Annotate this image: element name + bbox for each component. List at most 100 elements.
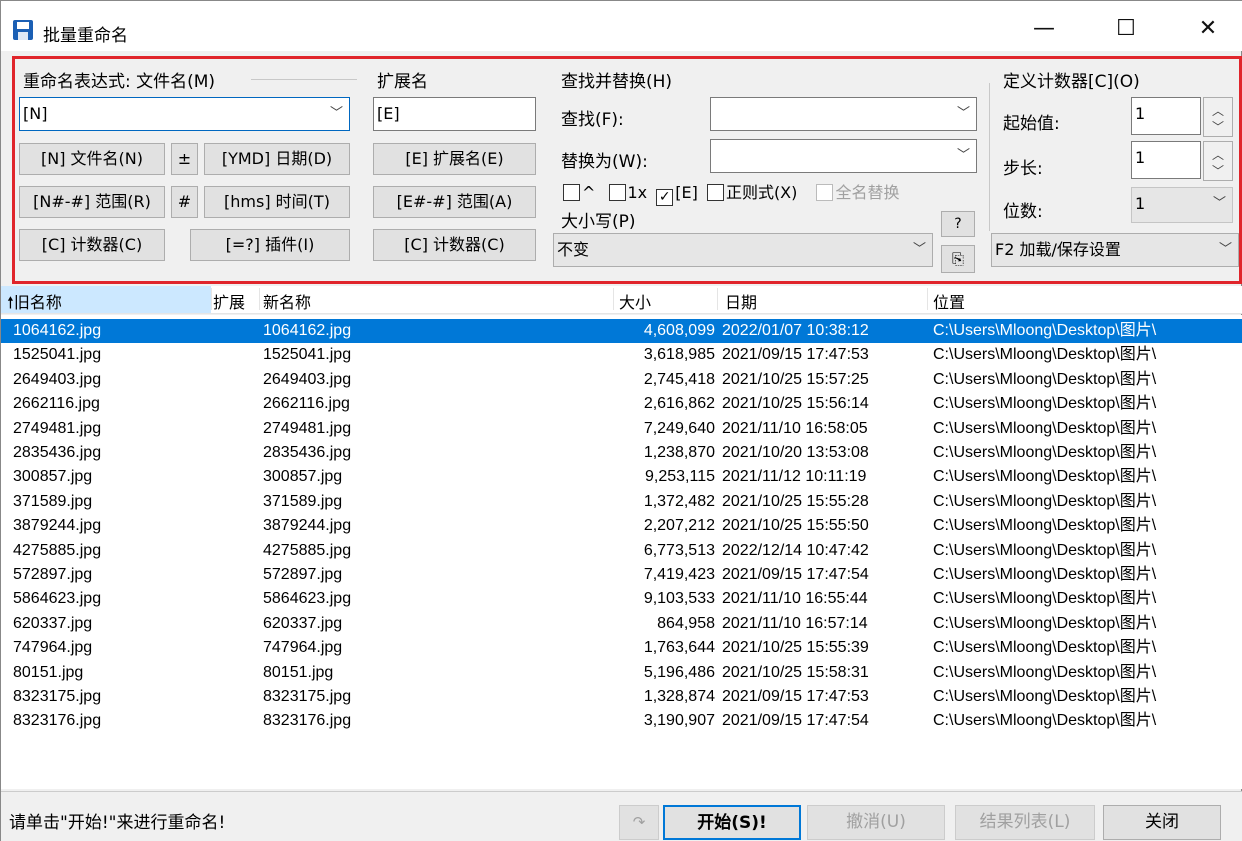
chevron-down-icon[interactable]: ﹀ [957,140,970,172]
cell-new-name: 1525041.jpg [263,346,352,364]
digits-select[interactable]: 1 ﹀ [1131,187,1233,223]
column-separator[interactable] [259,288,260,310]
title-bar: 批量重命名 — ☐ ✕ [1,1,1242,51]
table-row[interactable]: 1064162.jpg 1064162.jpg 4,608,099 2022/01/0… [1,319,1242,343]
cell-old-name: 8323176.jpg [13,712,102,730]
cell-size: 2,745,418 [643,370,715,388]
arrow-down-icon[interactable]: ﹀ [1212,162,1224,179]
minimize-button[interactable]: — [1021,11,1067,47]
cell-location: C:\Users\Mloong\Desktop\图片\ [933,346,1157,364]
arrow-up-icon[interactable]: ︿ [1212,146,1224,163]
column-new-name[interactable]: 新名称 [263,289,311,313]
cell-new-name: 300857.jpg [263,468,343,486]
copy-icon[interactable]: ⎘ [941,245,975,273]
column-extension[interactable]: 扩展 [213,289,245,313]
hash-button[interactable]: # [171,186,198,218]
table-row[interactable]: 2662116.jpg 2662116.jpg 2,616,862 2021/10/2… [1,392,1242,416]
table-row[interactable]: 5864623.jpg 5864623.jpg 9,103,533 2021/11/1… [1,587,1242,611]
table-row[interactable]: 572897.jpg 572897.jpg 7,419,423 2021/09/15 … [1,563,1242,587]
table-row[interactable]: 3879244.jpg 3879244.jpg 2,207,212 2021/10/2… [1,514,1242,538]
digits-value: 1 [1135,194,1146,213]
table-row[interactable]: 4275885.jpg 4275885.jpg 6,773,513 2022/12/1… [1,539,1242,563]
close-window-button[interactable]: ✕ [1185,11,1231,47]
table-row[interactable]: 747964.jpg 747964.jpg 1,763,644 2021/10/25 … [1,636,1242,660]
extension-counter-button[interactable]: [C] 计数器(C) [373,229,536,261]
once-checkbox[interactable] [608,184,626,201]
cell-date: 2022/01/07 10:38:12 [722,322,869,339]
cell-location: C:\Users\Mloong\Desktop\图片\ [933,688,1157,705]
extension-range-button[interactable]: [E#-#] 范围(A) [373,186,536,218]
chevron-down-icon[interactable]: ﹀ [330,98,343,130]
column-separator[interactable] [211,288,212,310]
column-separator[interactable] [613,288,614,310]
column-size[interactable]: 大小 [619,289,651,313]
caret-checkbox[interactable] [563,184,580,201]
table-row[interactable]: 8323176.jpg 8323176.jpg 3,190,907 2021/09/1… [1,709,1242,733]
column-separator[interactable] [717,288,718,310]
column-date[interactable]: 日期 [725,289,757,313]
step-spinner[interactable]: ︿ ﹀ [1203,141,1233,181]
plusminus-button[interactable]: ± [171,143,198,175]
cell-size: 7,249,640 [643,419,715,437]
chevron-down-icon[interactable]: ﹀ [957,98,970,130]
settings-select[interactable]: F2 加载/保存设置 ﹀ [991,233,1239,267]
regex-checkbox[interactable] [706,184,724,201]
table-row[interactable]: 8323175.jpg 8323175.jpg 1,328,874 2021/09/1… [1,685,1242,709]
cell-location: C:\Users\Mloong\Desktop\图片\ [933,395,1157,413]
cell-location: C:\Users\Mloong\Desktop\图片\ [933,419,1157,437]
close-button[interactable]: 关闭 [1103,805,1221,840]
table-row[interactable]: 371589.jpg 371589.jpg 1,372,482 2021/10/25 … [1,490,1242,514]
table-row[interactable]: 1525041.jpg 1525041.jpg 3,618,985 2021/09/1… [1,343,1242,367]
cell-size: 1,372,482 [643,492,715,510]
maximize-button[interactable]: ☐ [1103,11,1149,47]
column-location[interactable]: 位置 [933,289,965,313]
cell-location: C:\Users\Mloong\Desktop\图片\ [933,468,1157,486]
replace-input[interactable]: ﹀ [710,139,977,173]
help-button[interactable]: ? [941,211,975,237]
file-list[interactable]: 1064162.jpg 1064162.jpg 4,608,099 2022/01/0… [1,315,1242,789]
table-row[interactable]: 300857.jpg 300857.jpg 9,253,115 2021/11/12 … [1,465,1242,489]
extension-input[interactable]: [E] [373,97,536,131]
range-button[interactable]: [N#-#] 范围(R) [19,186,165,218]
date-button[interactable]: [YMD] 日期(D) [204,143,350,175]
column-separator[interactable] [927,288,928,310]
results-list-button[interactable]: 结果列表(L) [955,805,1095,840]
start-value-input[interactable]: 1 [1131,97,1201,135]
arrow-down-icon[interactable]: ﹀ [1212,118,1224,135]
undo-button[interactable]: 撤消(U) [807,805,945,840]
step-label: 步长: [1003,159,1043,179]
chevron-down-icon[interactable]: ﹀ [1219,234,1232,266]
cell-new-name: 2649403.jpg [263,370,352,388]
arrow-up-icon[interactable]: ︿ [1212,102,1224,119]
find-input[interactable]: ﹀ [710,97,977,131]
table-row[interactable]: 2835436.jpg 2835436.jpg 1,238,870 2021/10/2… [1,441,1242,465]
cell-location: C:\Users\Mloong\Desktop\图片\ [933,517,1157,535]
filename-button[interactable]: [N] 文件名(N) [19,143,165,175]
fullname-checkbox[interactable] [816,184,834,201]
status-bar: 请单击"开始!"来进行重命名! ↷ 开始(S)! 撤消(U) 结果列表(L) 关… [1,791,1242,841]
time-button[interactable]: [hms] 时间(T) [204,186,350,218]
table-row[interactable]: 620337.jpg 620337.jpg 864,958 2021/11/10 16… [1,612,1242,636]
table-row[interactable]: 2649403.jpg 2649403.jpg 2,745,418 2021/10/2… [1,368,1242,392]
start-button[interactable]: 开始(S)! [663,805,801,840]
rename-expression-input[interactable]: [N] ﹀ [19,97,350,131]
group-divider [989,83,990,231]
cell-size: 6,773,513 [643,541,715,559]
table-row[interactable]: 80151.jpg 80151.jpg 5,196,486 2021/10/25 15… [1,661,1242,685]
step-input[interactable]: 1 [1131,141,1201,179]
start-spinner[interactable]: ︿ ﹀ [1203,97,1233,137]
redo-icon[interactable]: ↷ [619,805,659,840]
window-title: 批量重命名 [43,26,128,46]
extension-name-button[interactable]: [E] 扩展名(E) [373,143,536,175]
cell-new-name: 8323175.jpg [263,688,352,705]
cell-old-name: 2749481.jpg [13,419,102,437]
ext-checkbox-checked[interactable]: ✓ [656,189,674,206]
plugin-button[interactable]: [=?] 插件(I) [190,229,350,261]
case-select[interactable]: 不变 ﹀ [553,233,933,267]
counter-button[interactable]: [C] 计数器(C) [19,229,165,261]
cell-old-name: 572897.jpg [13,566,93,583]
chevron-down-icon[interactable]: ﹀ [1213,188,1226,220]
column-old-name-label: 旧名称 [13,293,62,312]
table-row[interactable]: 2749481.jpg 2749481.jpg 7,249,640 2021/11/1… [1,417,1242,441]
chevron-down-icon[interactable]: ﹀ [913,234,926,266]
